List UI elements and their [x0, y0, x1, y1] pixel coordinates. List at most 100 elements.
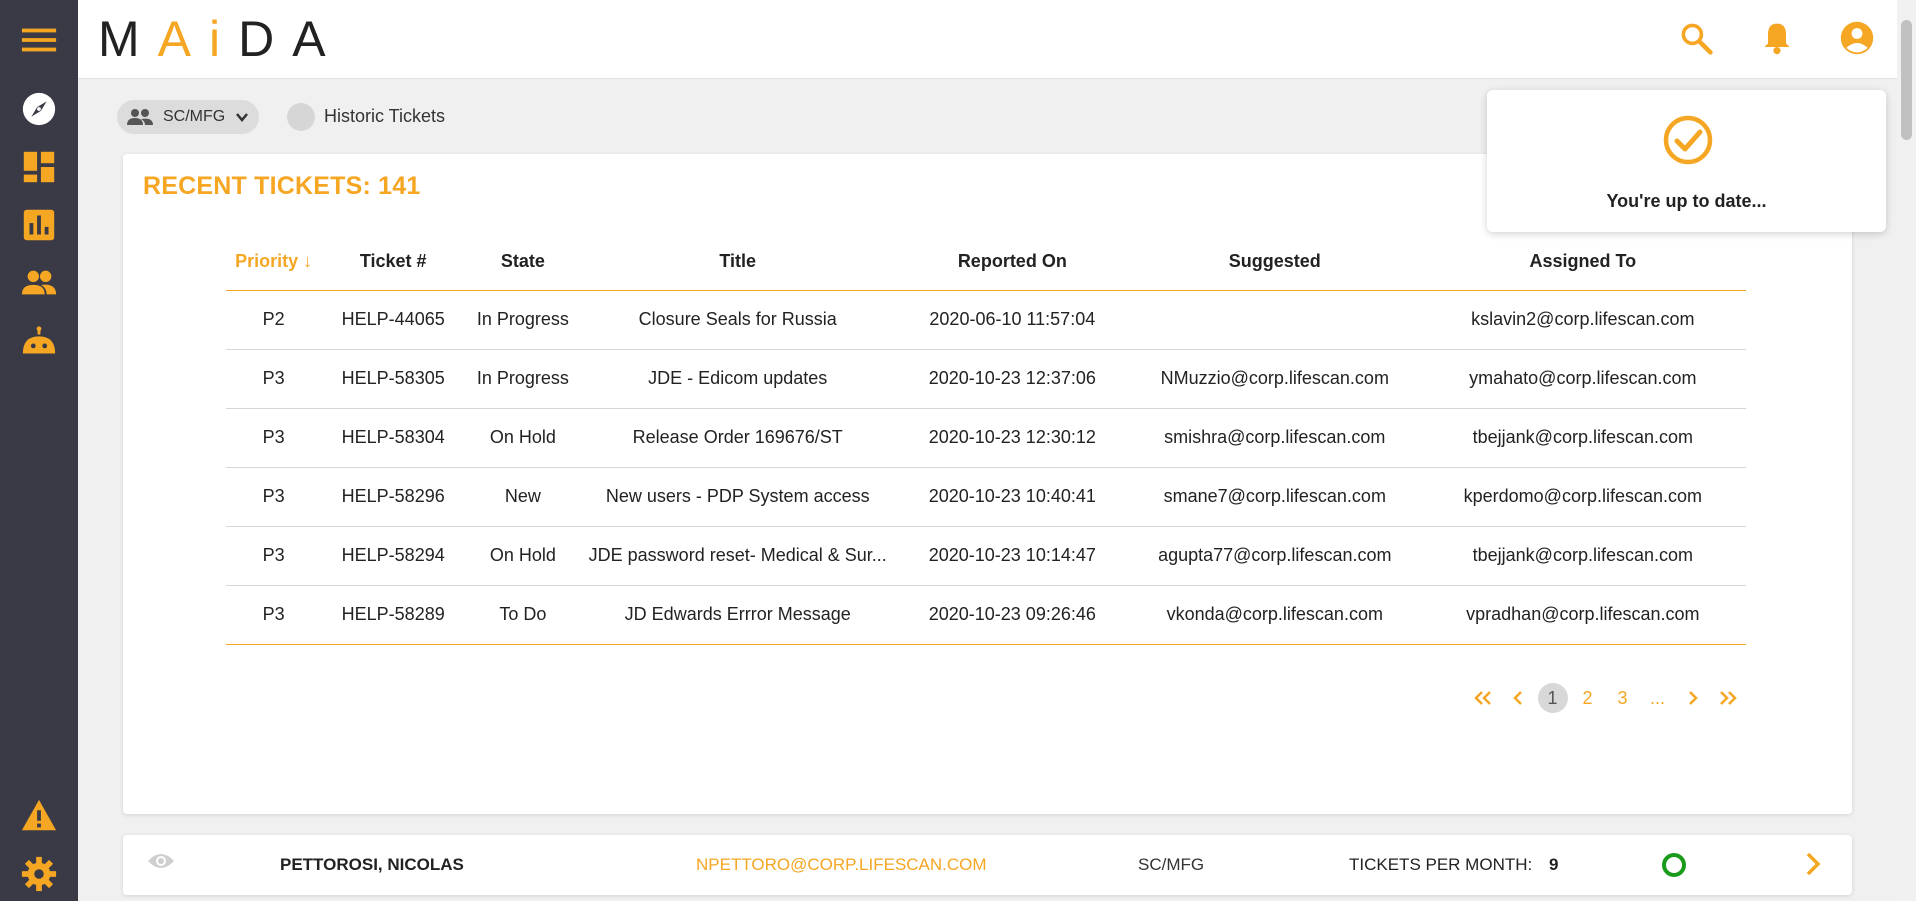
cell-assigned-to: kperdomo@corp.lifescan.com	[1419, 467, 1746, 527]
team-select[interactable]: SC/MFG	[117, 100, 259, 134]
account-icon	[1840, 21, 1874, 55]
cell-ticket: HELP-58289	[321, 585, 466, 645]
cell-reported-on: 2020-10-23 12:30:12	[894, 408, 1130, 468]
column-state[interactable]: State	[465, 234, 581, 291]
cell-suggested: NMuzzio@corp.lifescan.com	[1129, 349, 1420, 409]
search-button[interactable]	[1676, 18, 1716, 58]
cell-reported-on: 2020-10-23 10:40:41	[894, 467, 1130, 527]
notifications-message: You're up to date...	[1606, 191, 1767, 211]
historic-tickets-toggle[interactable]	[287, 103, 315, 131]
dashboard-icon	[23, 151, 55, 183]
table-header-row: Priority ↓ Ticket # State Title Reported…	[226, 234, 1746, 291]
notifications-popup: You're up to date...	[1487, 90, 1886, 232]
table-row[interactable]: P3 HELP-58296 New New users - PDP System ac…	[226, 467, 1746, 527]
cell-priority: P3	[226, 408, 322, 468]
cell-priority: P3	[226, 349, 322, 409]
column-title[interactable]: Title	[580, 234, 895, 291]
status-indicator	[1662, 853, 1686, 877]
page-2[interactable]: 2	[1570, 683, 1605, 713]
table-row[interactable]: P3 HELP-58305 In Progress JDE - Edicom upda…	[226, 349, 1746, 409]
table-row[interactable]: P3 HELP-58304 On Hold Release Order 169676/…	[226, 408, 1746, 468]
cell-state: In Progress	[465, 349, 581, 409]
cell-reported-on: 2020-10-23 09:26:46	[894, 585, 1130, 645]
page-1[interactable]: 1	[1535, 683, 1570, 713]
tickets-table: Priority ↓ Ticket # State Title Reported…	[226, 234, 1746, 645]
user-team: SC/MFG	[1138, 855, 1205, 874]
sidebar-item-settings[interactable]	[0, 850, 78, 898]
page-ellipsis[interactable]: ...	[1640, 683, 1675, 713]
scrollbar-thumb[interactable]	[1901, 20, 1912, 140]
cell-title: New users - PDP System access	[580, 467, 895, 527]
recent-tickets-card: RECENT TICKETS: 141 Priority ↓ Ticket # …	[123, 154, 1852, 814]
chevron-left-icon	[1512, 691, 1522, 705]
table-row[interactable]: P3 HELP-58289 To Do JD Edwards Errror Messa…	[226, 585, 1746, 645]
column-assigned-to[interactable]: Assigned To	[1419, 234, 1746, 291]
card-title: RECENT TICKETS: 141	[143, 172, 421, 200]
team-select-label: SC/MFG	[163, 108, 226, 125]
double-chevron-right-icon	[1719, 691, 1737, 705]
cell-priority: P3	[226, 526, 322, 586]
cell-priority: P3	[226, 467, 322, 527]
first-page-button[interactable]	[1465, 683, 1500, 713]
cell-title: JDE - Edicom updates	[580, 349, 895, 409]
gear-icon	[21, 856, 57, 892]
tickets-per-month-value: 9	[1549, 855, 1559, 874]
chevron-down-icon	[236, 113, 248, 122]
page-scrollbar[interactable]	[1897, 0, 1916, 901]
cell-priority: P2	[226, 290, 322, 350]
table-row[interactable]: P3 HELP-58294 On Hold JDE password reset- M…	[226, 526, 1746, 586]
last-page-button[interactable]	[1710, 683, 1745, 713]
warning-icon	[21, 799, 57, 831]
app-logo: M Ai DA	[98, 11, 344, 67]
compass-icon	[22, 92, 56, 126]
robot-icon	[22, 326, 56, 354]
sidebar-item-explore[interactable]	[0, 85, 78, 133]
column-ticket[interactable]: Ticket #	[321, 234, 466, 291]
sidebar-item-users[interactable]	[0, 259, 78, 307]
sidebar-item-alerts[interactable]	[0, 792, 78, 840]
cell-state: On Hold	[465, 408, 581, 468]
cell-suggested: vkonda@corp.lifescan.com	[1129, 585, 1420, 645]
bell-icon	[1764, 23, 1790, 55]
eye-icon[interactable]	[147, 851, 175, 871]
cell-ticket: HELP-44065	[321, 290, 466, 350]
sidebar-item-reports[interactable]	[0, 201, 78, 249]
cell-state: On Hold	[465, 526, 581, 586]
table-row[interactable]: P2 HELP-44065 In Progress Closure Seals for…	[226, 290, 1746, 350]
cell-title: JD Edwards Errror Message	[580, 585, 895, 645]
cell-state: In Progress	[465, 290, 581, 350]
page-3[interactable]: 3	[1605, 683, 1640, 713]
sidebar-item-bot[interactable]	[0, 320, 78, 368]
user-email[interactable]: NPETTORO@CORP.LIFESCAN.COM	[696, 855, 987, 875]
historic-tickets-label: Historic Tickets	[324, 106, 446, 126]
cell-assigned-to: vpradhan@corp.lifescan.com	[1419, 585, 1746, 645]
cell-ticket: HELP-58294	[321, 526, 466, 586]
cell-title: Closure Seals for Russia	[580, 290, 895, 350]
column-suggested[interactable]: Suggested	[1129, 234, 1420, 291]
chevron-right-icon[interactable]	[1801, 850, 1825, 878]
cell-assigned-to: ymahato@corp.lifescan.com	[1419, 349, 1746, 409]
cell-reported-on: 2020-10-23 10:14:47	[894, 526, 1130, 586]
column-reported-on[interactable]: Reported On	[894, 234, 1130, 291]
sidebar-item-dashboard[interactable]	[0, 143, 78, 191]
cell-ticket: HELP-58304	[321, 408, 466, 468]
cell-reported-on: 2020-10-23 12:37:06	[894, 349, 1130, 409]
cell-ticket: HELP-58305	[321, 349, 466, 409]
cell-reported-on: 2020-06-10 11:57:04	[894, 290, 1130, 350]
prev-page-button[interactable]	[1500, 683, 1535, 713]
column-priority[interactable]: Priority ↓	[226, 234, 322, 291]
notifications-button[interactable]	[1757, 18, 1797, 58]
next-page-button[interactable]	[1675, 683, 1710, 713]
cell-suggested: smishra@corp.lifescan.com	[1129, 408, 1420, 468]
search-icon	[1681, 23, 1713, 55]
cell-state: New	[465, 467, 581, 527]
cell-priority: P3	[226, 585, 322, 645]
menu-button[interactable]	[0, 16, 78, 64]
cell-ticket: HELP-58296	[321, 467, 466, 527]
user-row[interactable]: PETTOROSI, NICOLAS NPETTORO@CORP.LIFESCA…	[123, 835, 1852, 895]
menu-icon	[21, 28, 57, 52]
account-button[interactable]	[1837, 18, 1877, 58]
cell-state: To Do	[465, 585, 581, 645]
double-chevron-left-icon	[1473, 691, 1491, 705]
sidebar	[0, 0, 78, 901]
